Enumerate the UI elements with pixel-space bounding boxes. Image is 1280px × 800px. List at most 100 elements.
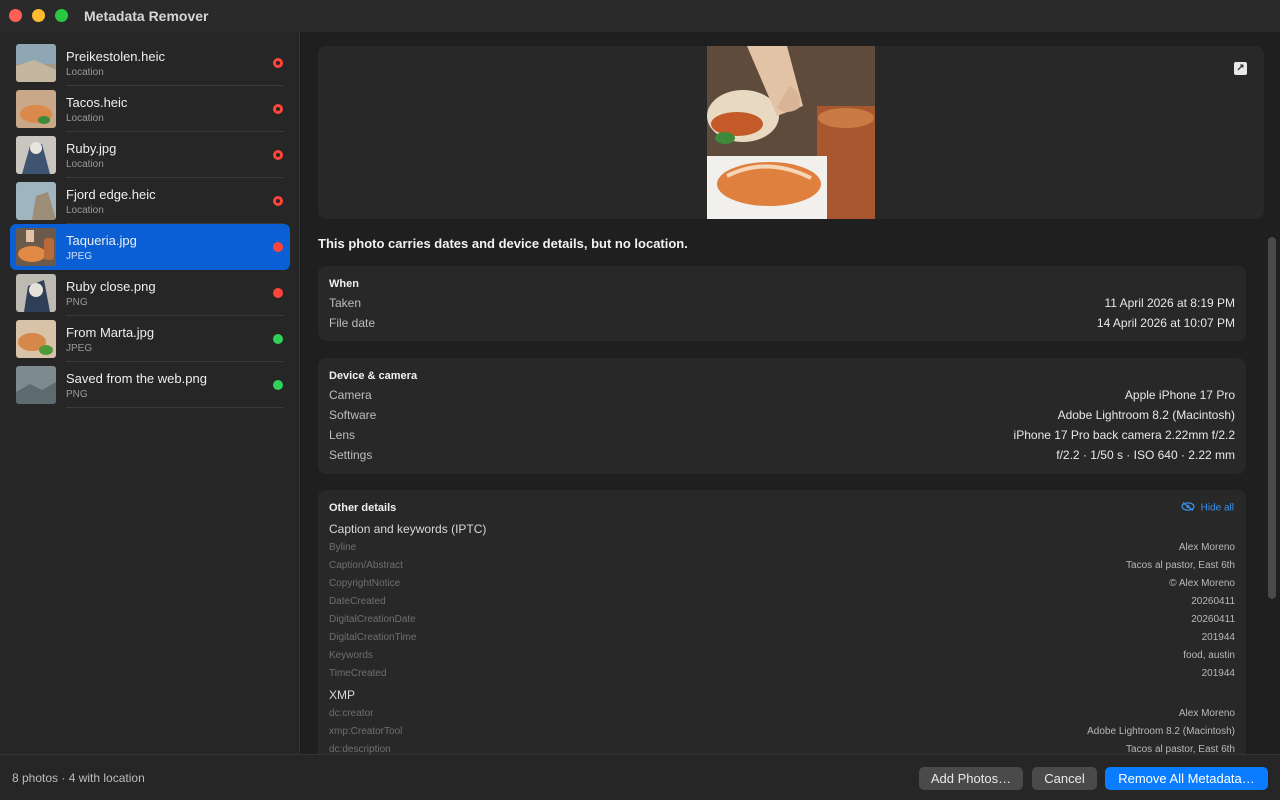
photo-thumbnail — [16, 228, 56, 266]
metadata-row: Camera Apple iPhone 17 Pro — [329, 388, 1235, 406]
row-value: iPhone 17 Pro back camera 2.22mm f/2.2 — [1013, 428, 1235, 442]
row-label: DigitalCreationTime — [329, 632, 417, 643]
row-value: 20260411 — [1191, 596, 1235, 607]
cancel-button[interactable]: Cancel — [1032, 767, 1097, 790]
when-section: When Taken 11 April 2026 at 8:19 PM File… — [318, 266, 1246, 341]
minimize-window-button[interactable] — [32, 9, 45, 22]
title-bar: Metadata Remover — [0, 0, 1280, 32]
metadata-row: xmp:CreatorTool Adobe Lightroom 8.2 (Maci… — [329, 726, 1235, 740]
remove-all-metadata-button[interactable]: Remove All Metadata… — [1105, 767, 1268, 790]
row-label: TimeCreated — [329, 668, 387, 679]
row-label: Taken — [329, 296, 362, 310]
row-value: Adobe Lightroom 8.2 (Macintosh) — [1087, 726, 1235, 737]
row-value: Apple iPhone 17 Pro — [1124, 388, 1235, 402]
row-label: CopyrightNotice — [329, 578, 401, 589]
metadata-row: dc:creator Alex Moreno — [329, 708, 1235, 722]
photo-thumbnail — [16, 90, 56, 128]
row-label: dc:creator — [329, 708, 374, 719]
row-label: Keywords — [329, 650, 373, 661]
window-title: Metadata Remover — [84, 8, 209, 24]
photo-item-ruby-close[interactable]: Ruby close.png PNG — [10, 270, 290, 316]
expand-arrow-icon[interactable]: ↗ — [1234, 62, 1247, 75]
scrollbar[interactable] — [1268, 237, 1276, 599]
row-label: DateCreated — [329, 596, 386, 607]
metadata-row: Lens iPhone 17 Pro back camera 2.22mm f/… — [329, 428, 1235, 446]
eye-slash-icon — [1180, 501, 1195, 514]
row-label: File date — [329, 316, 376, 330]
metadata-row: Taken 11 April 2026 at 8:19 PM — [329, 296, 1235, 314]
row-value: Alex Moreno — [1178, 708, 1235, 719]
location-pin-icon — [273, 196, 283, 206]
metadata-row: Caption/Abstract Tacos al pastor, East 6t… — [329, 560, 1235, 574]
photo-item-ruby[interactable]: Ruby.jpg Location — [10, 132, 290, 178]
photo-type: JPEG — [66, 251, 93, 262]
photo-sidebar: Preikestolen.heic Location Tacos.heic Lo… — [0, 32, 300, 754]
section-title: Device & camera — [329, 370, 418, 382]
photo-item-saved-from-web[interactable]: Saved from the web.png PNG — [10, 362, 290, 408]
row-label: Byline — [329, 542, 357, 553]
metadata-row: Settings f/2.2 · 1/50 s · ISO 640 · 2.22… — [329, 448, 1235, 466]
row-value: f/2.2 · 1/50 s · ISO 640 · 2.22 mm — [1056, 448, 1235, 462]
photo-thumbnail — [16, 136, 56, 174]
row-label: xmp:CreatorTool — [329, 726, 403, 737]
hide-all-button[interactable]: Hide all — [1180, 501, 1234, 514]
row-label: dc:description — [329, 744, 391, 754]
location-pin-icon — [273, 58, 283, 68]
photo-item-taqueria[interactable]: Taqueria.jpg JPEG — [10, 224, 290, 270]
row-label: Lens — [329, 428, 356, 442]
row-value: Tacos al pastor, East 6th — [1126, 744, 1235, 754]
preview-image — [707, 46, 875, 219]
row-value: Alex Moreno — [1178, 542, 1235, 553]
photo-item-fjord-edge[interactable]: Fjord edge.heic Location — [10, 178, 290, 224]
iptc-heading: Caption and keywords (IPTC) — [329, 522, 487, 536]
row-label: Caption/Abstract — [329, 560, 403, 571]
photo-count: 8 photos · 4 with location — [12, 771, 145, 785]
metadata-row: CopyrightNotice © Alex Moreno — [329, 578, 1235, 592]
row-label: Camera — [329, 388, 372, 402]
location-pin-icon — [273, 104, 283, 114]
photo-name: Taqueria.jpg — [66, 233, 137, 248]
metadata-row: Software Adobe Lightroom 8.2 (Macintosh) — [329, 408, 1235, 426]
add-photos-button[interactable]: Add Photos… — [919, 767, 1023, 790]
photo-thumbnail — [16, 320, 56, 358]
photo-name: Saved from the web.png — [66, 371, 207, 386]
section-title: When — [329, 278, 359, 290]
row-value: Adobe Lightroom 8.2 (Macintosh) — [1057, 408, 1235, 422]
metadata-status-dot — [273, 242, 283, 252]
metadata-row: DateCreated 20260411 — [329, 596, 1235, 610]
metadata-summary: This photo carries dates and device deta… — [318, 236, 688, 251]
photo-type: Location — [66, 159, 104, 170]
photo-type: Location — [66, 205, 104, 216]
row-label: Software — [329, 408, 377, 422]
photo-item-tacos[interactable]: Tacos.heic Location — [10, 86, 290, 132]
metadata-row: File date 14 April 2026 at 10:07 PM — [329, 316, 1235, 334]
close-window-button[interactable] — [9, 9, 22, 22]
row-value: 201944 — [1201, 632, 1235, 643]
photo-name: From Marta.jpg — [66, 325, 155, 340]
metadata-row: DigitalCreationTime 201944 — [329, 632, 1235, 646]
photo-name: Ruby.jpg — [66, 141, 117, 156]
hide-all-label: Hide all — [1200, 502, 1234, 514]
clean-status-dot — [273, 334, 283, 344]
row-value: Tacos al pastor, East 6th — [1126, 560, 1235, 571]
photo-thumbnail — [16, 44, 56, 82]
photo-type: JPEG — [66, 343, 93, 354]
row-value: 20260411 — [1191, 614, 1235, 625]
photo-thumbnail — [16, 366, 56, 404]
photo-thumbnail — [16, 182, 56, 220]
photo-name: Preikestolen.heic — [66, 49, 165, 64]
metadata-row: TimeCreated 201944 — [329, 668, 1235, 682]
metadata-row: Byline Alex Moreno — [329, 542, 1235, 556]
metadata-row: Keywords food, austin — [329, 650, 1235, 664]
zoom-window-button[interactable] — [55, 9, 68, 22]
metadata-row: dc:description Tacos al pastor, East 6th — [329, 744, 1235, 754]
photo-item-preikestolen[interactable]: Preikestolen.heic Location — [10, 40, 290, 86]
metadata-row: DigitalCreationDate 20260411 — [329, 614, 1235, 628]
photo-type: Location — [66, 113, 104, 124]
photo-preview: ↗ — [318, 46, 1264, 219]
row-label: Settings — [329, 448, 373, 462]
photo-item-from-marta[interactable]: From Marta.jpg JPEG — [10, 316, 290, 362]
row-value: 201944 — [1201, 668, 1235, 679]
photo-type: Location — [66, 67, 104, 78]
photo-type: PNG — [66, 297, 88, 308]
